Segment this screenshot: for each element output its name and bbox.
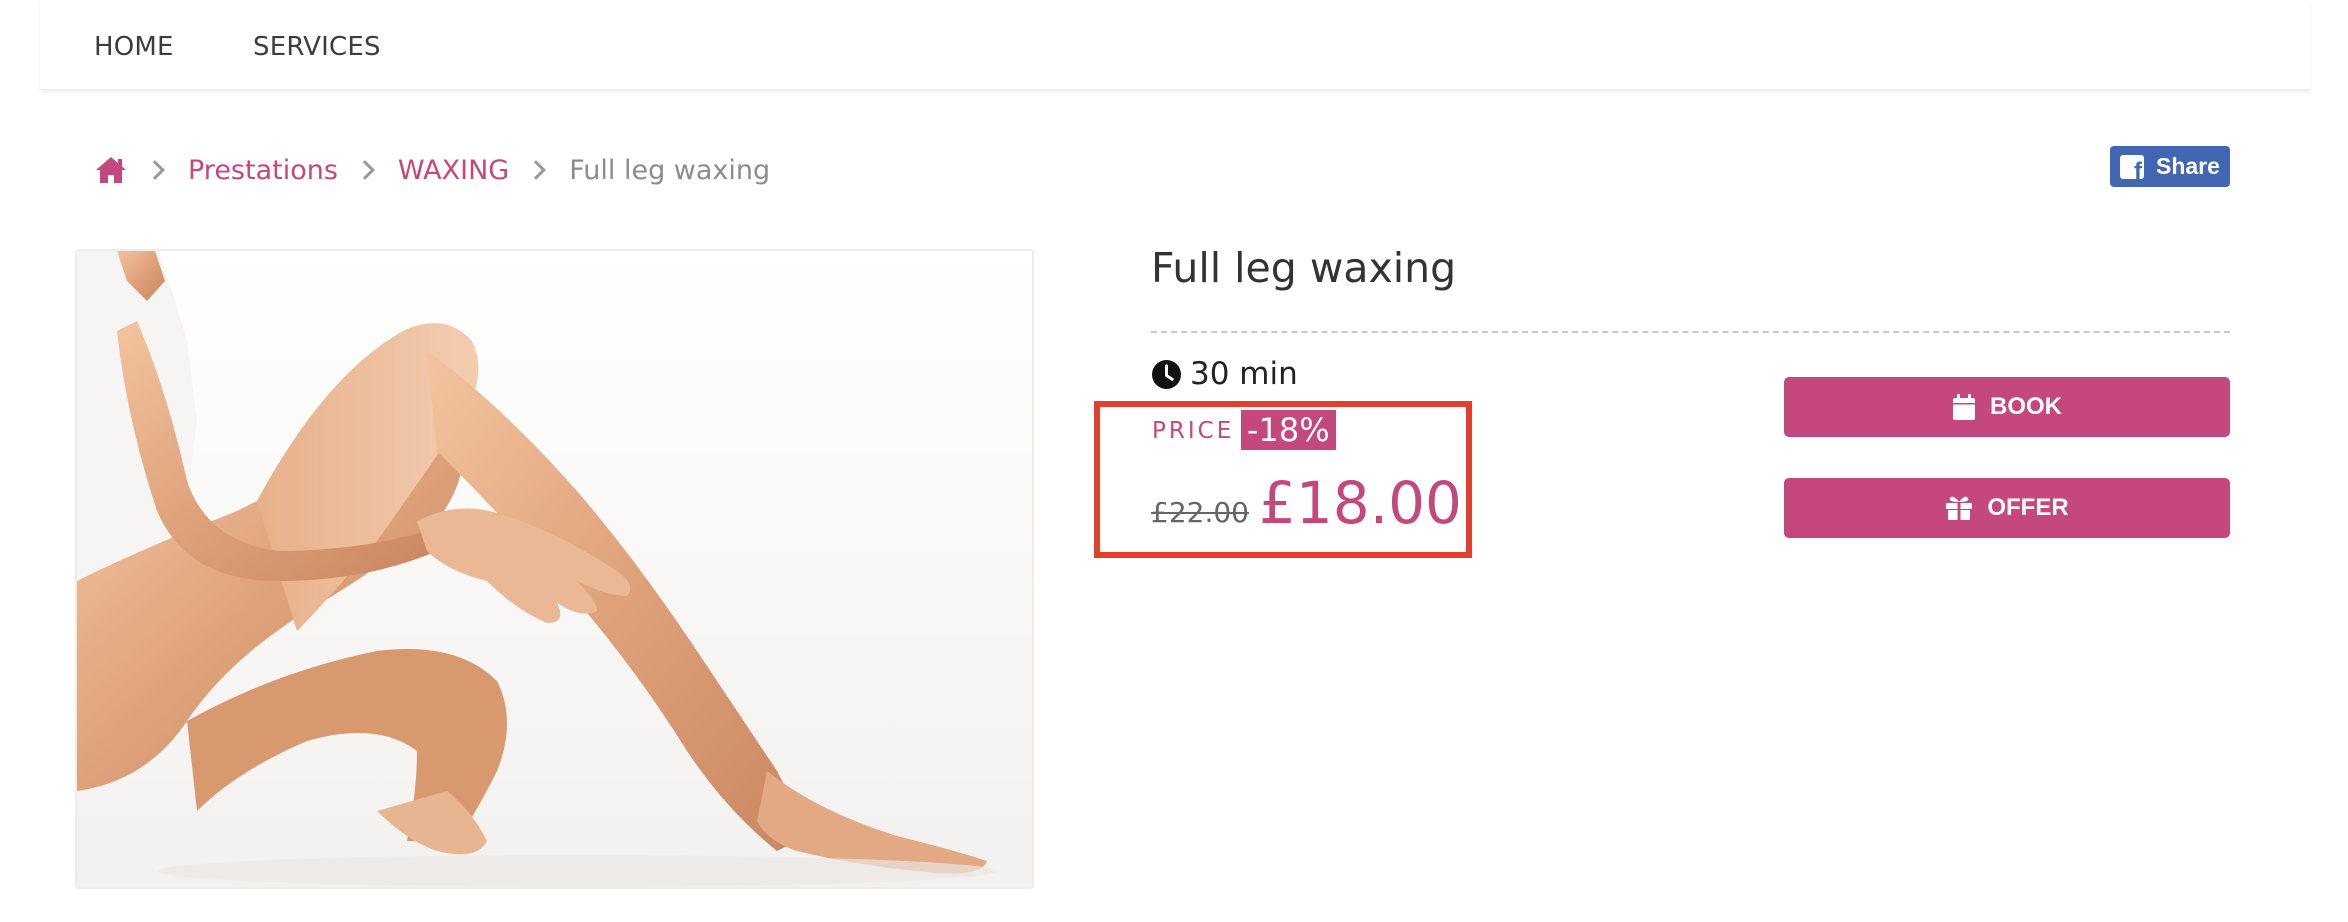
discount-badge: -18% [1241,410,1336,450]
breadcrumb-current: Full leg waxing [569,154,771,186]
gift-icon [1946,496,1973,520]
nav-services[interactable]: SERVICES [253,32,381,62]
new-price: £18.00 [1259,469,1462,537]
chevron-right-icon [526,160,547,180]
duration-value: 30 min [1190,356,1298,392]
facebook-share-button[interactable]: f Share [2110,146,2230,187]
top-navigation: HOME SERVICES [40,0,2310,90]
product-image [75,249,1034,889]
clock-icon [1151,359,1182,389]
facebook-icon: f [2120,154,2144,179]
title-divider [1151,331,2230,333]
breadcrumb: Prestations WAXING Full leg waxing [94,150,770,190]
book-button[interactable]: BOOK [1784,377,2230,437]
offer-button[interactable]: OFFER [1784,478,2230,538]
breadcrumb-waxing[interactable]: WAXING [398,155,509,186]
nav-home[interactable]: HOME [94,32,174,62]
calendar-icon [1953,394,1975,420]
product-title: Full leg waxing [1151,244,1457,292]
price-label: PRICE [1152,418,1235,444]
chevron-right-icon [355,160,375,180]
share-label: Share [2156,153,2220,179]
old-price: £22.00 [1151,496,1249,529]
chevron-right-icon [145,160,165,180]
duration: 30 min [1151,356,1298,392]
book-label: BOOK [1990,393,2062,420]
breadcrumb-prestations[interactable]: Prestations [188,155,338,186]
home-icon[interactable] [94,155,128,185]
offer-label: OFFER [1987,494,2069,521]
